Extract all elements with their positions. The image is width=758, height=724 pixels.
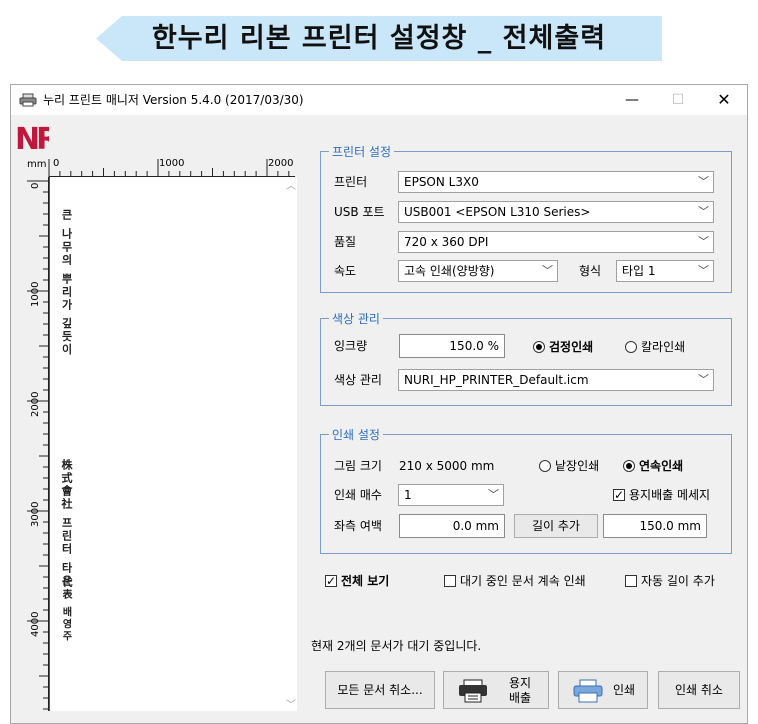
eject-label-line2: 배출	[508, 691, 532, 705]
color-management-title: 색상 관리	[329, 310, 383, 327]
ruler-left-label-3000: 3000	[30, 502, 41, 527]
ink-amount-label: 잉크량	[334, 339, 368, 353]
scroll-down-icon[interactable]: ﹀	[285, 696, 297, 711]
preview-text-slogan: 큰 나무의 뿌리가 깊듯이	[60, 209, 73, 357]
checkbox-checked-icon	[325, 572, 337, 590]
chevron-down-icon: ﹀	[698, 373, 709, 386]
printer-label: 프린터	[334, 175, 368, 189]
window-title: 누리 프린트 매니저 Version 5.4.0 (2017/03/30)	[43, 93, 304, 107]
add-length-field[interactable]: 150.0 mm	[603, 514, 707, 538]
print-settings-title: 인쇄 설정	[329, 426, 383, 443]
printer-settings-title: 프린터 설정	[329, 143, 395, 160]
full-view-checkbox[interactable]: 전체 보기	[325, 572, 389, 590]
quality-label: 품질	[334, 235, 357, 249]
chevron-down-icon: ﹀	[698, 264, 709, 277]
checkbox-checked-icon	[613, 486, 625, 504]
quality-select[interactable]: 720 x 360 DPI ﹀	[398, 231, 714, 253]
ink-amount-field[interactable]: 150.0 %	[399, 334, 505, 358]
close-button[interactable]: ✕	[701, 85, 747, 115]
nr-logo-icon: NR	[15, 122, 49, 153]
copies-select[interactable]: 1 ﹀	[398, 484, 504, 506]
print-preview[interactable]: 큰 나무의 뿌리가 깊듯이 株式會社 프린터 타운 代表 배영주	[49, 177, 285, 711]
printer-select[interactable]: EPSON L3X0 ﹀	[398, 171, 714, 193]
image-size-value: 210 x 5000 mm	[399, 459, 495, 473]
color-profile-select[interactable]: NURI_HP_PRINTER_Default.icm ﹀	[398, 369, 714, 391]
print-settings-group: 인쇄 설정 그림 크기 210 x 5000 mm 낱장인쇄 연속인쇄 인쇄 매…	[320, 426, 732, 554]
svg-text:NR: NR	[15, 122, 49, 153]
ruler-top-label-2000: 2000	[268, 158, 293, 169]
type-select[interactable]: 타입 1 ﹀	[616, 260, 714, 282]
color-management-group: 색상 관리 잉크량 150.0 % 검정인쇄 칼라인쇄 색상 관리 NURI_H…	[320, 310, 732, 406]
type-label: 형식	[579, 264, 602, 278]
cancel-all-button[interactable]: 모든 문서 취소...	[325, 671, 435, 709]
chevron-down-icon: ﹀	[542, 264, 553, 277]
chevron-down-icon: ﹀	[698, 205, 709, 218]
minimize-button[interactable]: —	[609, 85, 655, 115]
radio-unselected-icon	[625, 341, 637, 353]
ruler-left-label-1000: 1000	[30, 282, 41, 307]
eject-label-line1: 용지	[508, 676, 532, 690]
color-profile-label: 색상 관리	[334, 373, 382, 387]
ruler-top: mm 0 1000 2000	[27, 158, 295, 177]
speed-label: 속도	[334, 264, 357, 278]
ruler-left-label-2000: 2000	[30, 392, 41, 417]
color-print-radio[interactable]: 칼라인쇄	[625, 338, 685, 356]
left-margin-label: 좌측 여백	[334, 519, 382, 533]
chevron-down-icon: ﹀	[698, 235, 709, 248]
ruler-left-label-4000: 4000	[30, 612, 41, 637]
usb-port-select[interactable]: USB001 <EPSON L310 Series> ﹀	[398, 201, 714, 223]
radio-unselected-icon	[539, 460, 551, 472]
copies-label: 인쇄 매수	[334, 488, 382, 502]
maximize-button[interactable]: ☐	[655, 85, 701, 115]
add-length-button[interactable]: 길이 추가	[514, 514, 598, 538]
speed-select[interactable]: 고속 인쇄(양방향) ﹀	[398, 260, 558, 282]
ruler-top-label-1000: 1000	[159, 158, 184, 169]
print-icon	[573, 679, 603, 703]
checkbox-unchecked-icon	[444, 575, 456, 587]
printer-manager-window: 누리 프린트 매니저 Version 5.4.0 (2017/03/30) — …	[10, 84, 748, 724]
single-sheet-radio[interactable]: 낱장인쇄	[539, 457, 599, 475]
checkbox-unchecked-icon	[625, 575, 637, 587]
print-button[interactable]: 인쇄	[558, 671, 648, 709]
cancel-print-button[interactable]: 인쇄 취소	[658, 671, 740, 709]
status-text: 현재 2개의 문서가 대기 중입니다.	[311, 639, 482, 653]
auto-length-checkbox[interactable]: 자동 길이 추가	[625, 572, 715, 590]
radio-selected-icon	[623, 460, 635, 472]
continue-waiting-checkbox[interactable]: 대기 중인 문서 계속 인쇄	[444, 572, 586, 590]
image-size-label: 그림 크기	[334, 459, 382, 473]
printer-icon	[19, 93, 37, 107]
preview-text-company: 株式會社 프린터 타운	[60, 459, 73, 588]
chevron-down-icon: ﹀	[488, 488, 499, 501]
ruler-unit: mm	[27, 159, 46, 170]
banner-title: 한누리 리본 프린터 설정창 _ 전체출력	[151, 23, 607, 54]
preview-text-ceo: 代表 배영주	[60, 577, 71, 643]
eject-icon	[459, 679, 487, 703]
printer-settings-group: 프린터 설정 프린터 EPSON L3X0 ﹀ USB 포트 USB001 <EP…	[320, 143, 732, 293]
title-bar[interactable]: 누리 프린트 매니저 Version 5.4.0 (2017/03/30) — …	[11, 85, 747, 115]
print-label: 인쇄	[613, 683, 636, 697]
ruler-left: 0 1000 2000 3000 4000	[27, 177, 49, 711]
banner: 한누리 리본 프린터 설정창 _ 전체출력	[96, 16, 662, 61]
radio-selected-icon	[533, 341, 545, 353]
continuous-print-radio[interactable]: 연속인쇄	[623, 457, 683, 475]
eject-message-checkbox[interactable]: 용지배출 메세지	[613, 486, 710, 504]
scroll-up-icon[interactable]: ︿	[285, 177, 297, 192]
ruler-left-label-0: 0	[30, 183, 41, 189]
preview-scrollbar[interactable]: ︿ ﹀	[285, 177, 297, 711]
ruler-top-label-0: 0	[53, 158, 59, 169]
eject-paper-button[interactable]: 용지 배출	[443, 671, 549, 709]
chevron-down-icon: ﹀	[698, 175, 709, 188]
usb-port-label: USB 포트	[334, 205, 385, 219]
left-margin-field[interactable]: 0.0 mm	[399, 514, 505, 538]
black-print-radio[interactable]: 검정인쇄	[533, 338, 593, 356]
